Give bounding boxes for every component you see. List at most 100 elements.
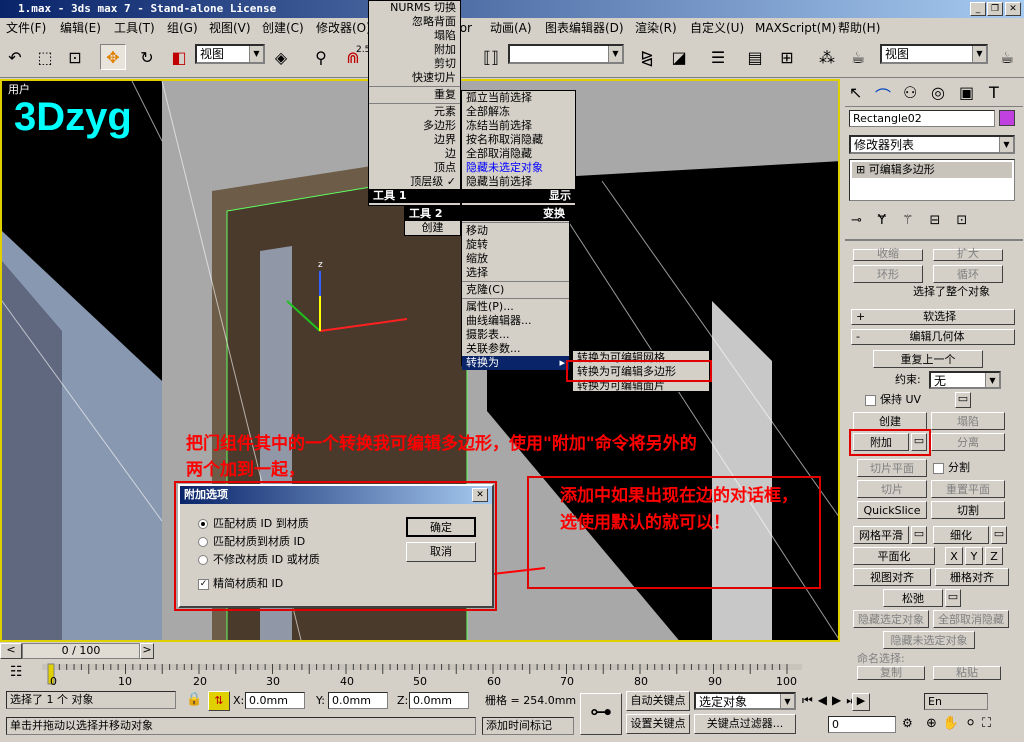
paste-button[interactable]: 粘贴: [933, 666, 1001, 680]
time-config-icon[interactable]: ⚙: [902, 716, 913, 730]
set-key-button[interactable]: 设置关键点: [626, 714, 690, 734]
lock-icon[interactable]: 🔒: [186, 692, 202, 707]
y-coord-field[interactable]: 0.0mm: [328, 692, 388, 709]
slice-button[interactable]: 切片: [857, 480, 927, 498]
display-tab-icon[interactable]: ▣: [959, 83, 974, 102]
modify-tab-icon[interactable]: ⌒: [875, 83, 891, 107]
quick-render-icon[interactable]: ☕: [994, 44, 1020, 70]
current-frame-field[interactable]: 0: [828, 716, 896, 733]
schematic-icon[interactable]: ⊞: [774, 44, 800, 70]
meshsmooth-settings-button[interactable]: ▭: [911, 526, 927, 544]
key-set-dropdown[interactable]: 选定对象 ▼: [694, 692, 796, 710]
radio-do-not-modify[interactable]: 不修改材质 ID 或材质: [198, 552, 320, 568]
menu-item-move[interactable]: 移动: [462, 224, 569, 238]
menu-item-freeze[interactable]: 冻结当前选择: [462, 119, 575, 133]
shrink-button[interactable]: 收缩: [853, 248, 923, 261]
key-icon[interactable]: ⊶: [580, 693, 622, 735]
menu-item-element[interactable]: 元素: [369, 105, 460, 119]
motion-tab-icon[interactable]: ◎: [931, 83, 945, 102]
named-selection-dropdown[interactable]: ▼: [508, 44, 624, 64]
menu-item-unhide-all[interactable]: 全部取消隐藏: [462, 147, 575, 161]
menu-rendering[interactable]: 渲染(R): [635, 20, 677, 36]
menu-item-hide-selection[interactable]: 隐藏当前选择: [462, 175, 575, 189]
track-bar-toggle-icon[interactable]: ☷: [10, 664, 23, 680]
copy-button[interactable]: 复制: [857, 666, 925, 680]
menu-item-cut[interactable]: 剪切: [369, 57, 460, 71]
menu-item-isolate[interactable]: 孤立当前选择: [462, 91, 575, 105]
utilities-tab-icon[interactable]: T: [989, 83, 999, 102]
menu-item-collapse[interactable]: 塌陷: [369, 29, 460, 43]
menu-item-repeat[interactable]: 重复: [369, 88, 460, 102]
meshsmooth-button[interactable]: 网格平滑: [853, 526, 909, 544]
tessellate-settings-button[interactable]: ▭: [991, 526, 1007, 544]
menu-item-unhide-by-name[interactable]: 按名称取消隐藏: [462, 133, 575, 147]
select-by-name-icon[interactable]: ⊡: [62, 44, 88, 70]
reference-coord-dropdown[interactable]: 视图 ▼: [195, 44, 265, 64]
close-button[interactable]: ✕: [1005, 2, 1021, 16]
planarize-z-button[interactable]: Z: [985, 547, 1003, 565]
cut-button[interactable]: 切割: [931, 501, 1005, 519]
planarize-x-button[interactable]: X: [945, 547, 963, 565]
menu-file[interactable]: 文件(F): [6, 20, 46, 36]
menu-item-vertex[interactable]: 顶点: [369, 161, 460, 175]
scale-icon[interactable]: ◧: [166, 44, 192, 70]
ring-button[interactable]: 环形: [853, 265, 923, 283]
create-button[interactable]: 创建: [853, 412, 927, 430]
mirror-icon[interactable]: ⧎: [634, 44, 660, 70]
dialog-close-icon[interactable]: ✕: [472, 488, 488, 502]
grow-button[interactable]: 扩大: [933, 248, 1003, 261]
menu-customize[interactable]: 自定义(U): [690, 20, 744, 36]
auto-key-button[interactable]: 自动关键点: [626, 691, 690, 711]
menu-modifiers[interactable]: 修改器(O): [316, 20, 371, 36]
view-align-button[interactable]: 视图对齐: [853, 568, 931, 586]
menu-create[interactable]: 创建(C): [262, 20, 304, 36]
menu-maxscript[interactable]: MAXScript(M): [755, 20, 836, 36]
x-coord-field[interactable]: 0.0mm: [245, 692, 305, 709]
named-selection-icon[interactable]: ⟦⟧: [478, 44, 504, 70]
modifier-list-dropdown[interactable]: 修改器列表 ▼: [849, 135, 1015, 154]
menu-views[interactable]: 视图(V): [209, 20, 251, 36]
restore-button[interactable]: ❐: [987, 2, 1003, 16]
menu-item-create[interactable]: 创建: [405, 221, 460, 235]
key-filters-button[interactable]: 关键点过滤器...: [694, 714, 796, 734]
stack-tools-icons[interactable]: ⊸Ɏ⚚⊟⊡: [851, 213, 1015, 228]
menu-item-properties[interactable]: 属性(P)...: [462, 300, 569, 314]
menu-item-edge[interactable]: 边: [369, 147, 460, 161]
preserve-uv-checkbox[interactable]: 保持 UV: [865, 392, 921, 408]
radio-match-material-to-id[interactable]: 匹配材质到材质 ID: [198, 534, 305, 550]
time-slider[interactable]: < 0 / 100 >: [0, 642, 843, 660]
quickslice-button[interactable]: QuickSlice: [857, 501, 927, 519]
menu-edit[interactable]: 编辑(E): [60, 20, 101, 36]
add-time-tag[interactable]: 添加时间标记: [482, 717, 574, 735]
grid-align-button[interactable]: 栅格对齐: [935, 568, 1009, 586]
relax-button[interactable]: 松弛: [883, 589, 943, 607]
repeat-last-button[interactable]: 重复上一个: [873, 350, 983, 368]
move-icon[interactable]: ✥: [100, 44, 126, 70]
menu-item-curve-editor[interactable]: 曲线编辑器...: [462, 314, 569, 328]
preserve-uv-settings-button[interactable]: ▭: [955, 392, 971, 408]
undo-icon[interactable]: ↶: [2, 44, 28, 70]
menu-item-convert-to[interactable]: 转换为 ▸: [462, 356, 569, 370]
menu-item-rotate[interactable]: 旋转: [462, 238, 569, 252]
language-indicator[interactable]: En: [924, 693, 988, 710]
render-type-dropdown[interactable]: 视图 ▼: [880, 44, 988, 64]
planarize-button[interactable]: 平面化: [853, 547, 935, 565]
planarize-y-button[interactable]: Y: [965, 547, 983, 565]
menu-item-select[interactable]: 选择: [462, 266, 569, 280]
relax-settings-button[interactable]: ▭: [945, 589, 961, 607]
split-checkbox[interactable]: 分割: [933, 460, 970, 476]
menu-item-ignore-backface[interactable]: 忽略背面: [369, 15, 460, 29]
condense-checkbox[interactable]: ✓ 精简材质和 ID: [198, 576, 283, 592]
material-editor-icon[interactable]: ⁂: [814, 44, 840, 70]
z-coord-field[interactable]: 0.0mm: [409, 692, 469, 709]
menu-tools[interactable]: 工具(T): [114, 20, 155, 36]
pivot-icon[interactable]: ◈: [268, 44, 294, 70]
menu-item-polygon[interactable]: 多边形: [369, 119, 460, 133]
hide-unselected-button[interactable]: 隐藏未选定对象: [883, 631, 975, 649]
reset-plane-button[interactable]: 重置平面: [931, 480, 1005, 498]
unhide-all-button[interactable]: 全部取消隐藏: [933, 610, 1009, 628]
cancel-button[interactable]: 取消: [406, 542, 476, 562]
loop-button[interactable]: 循环: [933, 265, 1003, 283]
menu-item-nurms[interactable]: NURMS 切换: [369, 1, 460, 15]
absolute-mode-icon[interactable]: ⇅: [208, 691, 230, 711]
